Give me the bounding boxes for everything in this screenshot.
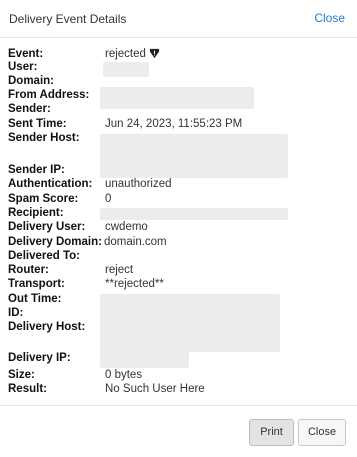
row-event: Event: rejected bbox=[0, 48, 357, 61]
sender-host-label: Sender Host: bbox=[8, 132, 80, 144]
dialog-footer: Print Close bbox=[0, 405, 357, 457]
dialog-title: Delivery Event Details bbox=[9, 12, 127, 26]
sent-time-value: Jun 24, 2023, 11:55:23 PM bbox=[105, 118, 243, 130]
user-label: User: bbox=[8, 61, 38, 73]
from-address-label: From Address: bbox=[8, 89, 90, 101]
spam-score-value: 0 bbox=[105, 193, 112, 205]
row-id: ID: bbox=[0, 307, 357, 320]
row-sent-time: Sent Time: Jun 24, 2023, 11:55:23 PM bbox=[0, 118, 357, 131]
row-delivery-host: Delivery Host: bbox=[0, 321, 357, 334]
redacted-recipient bbox=[100, 208, 288, 220]
sent-time-label: Sent Time: bbox=[8, 118, 67, 130]
dialog-header: Delivery Event Details Close bbox=[0, 0, 357, 38]
router-value: reject bbox=[105, 264, 134, 276]
row-user: User: bbox=[0, 61, 357, 74]
sender-ip-label: Sender IP: bbox=[8, 164, 65, 176]
print-button[interactable]: Print bbox=[249, 419, 294, 446]
close-link[interactable]: Close bbox=[314, 11, 345, 25]
delivered-to-label: Delivered To: bbox=[8, 250, 80, 262]
event-label: Event: bbox=[8, 48, 44, 60]
row-delivered-to: Delivered To: bbox=[0, 250, 357, 263]
close-button[interactable]: Close bbox=[298, 419, 346, 446]
result-value: No Such User Here bbox=[105, 383, 205, 395]
result-label: Result: bbox=[8, 383, 47, 395]
delivery-host-label: Delivery Host: bbox=[8, 321, 86, 333]
authentication-value: unauthorized bbox=[105, 178, 172, 190]
id-label: ID: bbox=[8, 307, 24, 319]
size-value: 0 bytes bbox=[105, 369, 143, 381]
row-size: Size: 0 bytes bbox=[0, 369, 357, 382]
redacted-delivery-ip bbox=[100, 350, 189, 368]
domain-label: Domain: bbox=[8, 75, 54, 87]
row-spam-score: Spam Score: 0 bbox=[0, 193, 357, 206]
row-sender-ip: Sender IP: bbox=[0, 164, 357, 177]
sender-label: Sender: bbox=[8, 103, 51, 115]
delivery-user-label: Delivery User: bbox=[8, 221, 86, 233]
event-value-text: rejected bbox=[105, 48, 146, 60]
router-label: Router: bbox=[8, 264, 49, 276]
authentication-label: Authentication: bbox=[8, 178, 93, 190]
delivery-user-value: cwdemo bbox=[105, 221, 148, 233]
spam-score-label: Spam Score: bbox=[8, 193, 79, 205]
row-sender: Sender: bbox=[0, 103, 357, 116]
transport-value: **rejected** bbox=[105, 278, 164, 290]
size-label: Size: bbox=[8, 369, 35, 381]
row-delivery-domain: Delivery Domain: domain.com bbox=[0, 236, 357, 249]
row-router: Router: reject bbox=[0, 264, 357, 277]
out-time-label: Out Time: bbox=[8, 293, 62, 305]
row-result: Result: No Such User Here bbox=[0, 383, 357, 396]
delivery-ip-label: Delivery IP: bbox=[8, 352, 71, 364]
transport-label: Transport: bbox=[8, 278, 65, 290]
row-transport: Transport: **rejected** bbox=[0, 278, 357, 291]
row-delivery-user: Delivery User: cwdemo bbox=[0, 221, 357, 234]
delivery-domain-label: Delivery Domain: bbox=[8, 236, 102, 248]
row-authentication: Authentication: unauthorized bbox=[0, 178, 357, 191]
delivery-domain-value: domain.com bbox=[104, 236, 167, 248]
recipient-label: Recipient: bbox=[8, 207, 64, 219]
